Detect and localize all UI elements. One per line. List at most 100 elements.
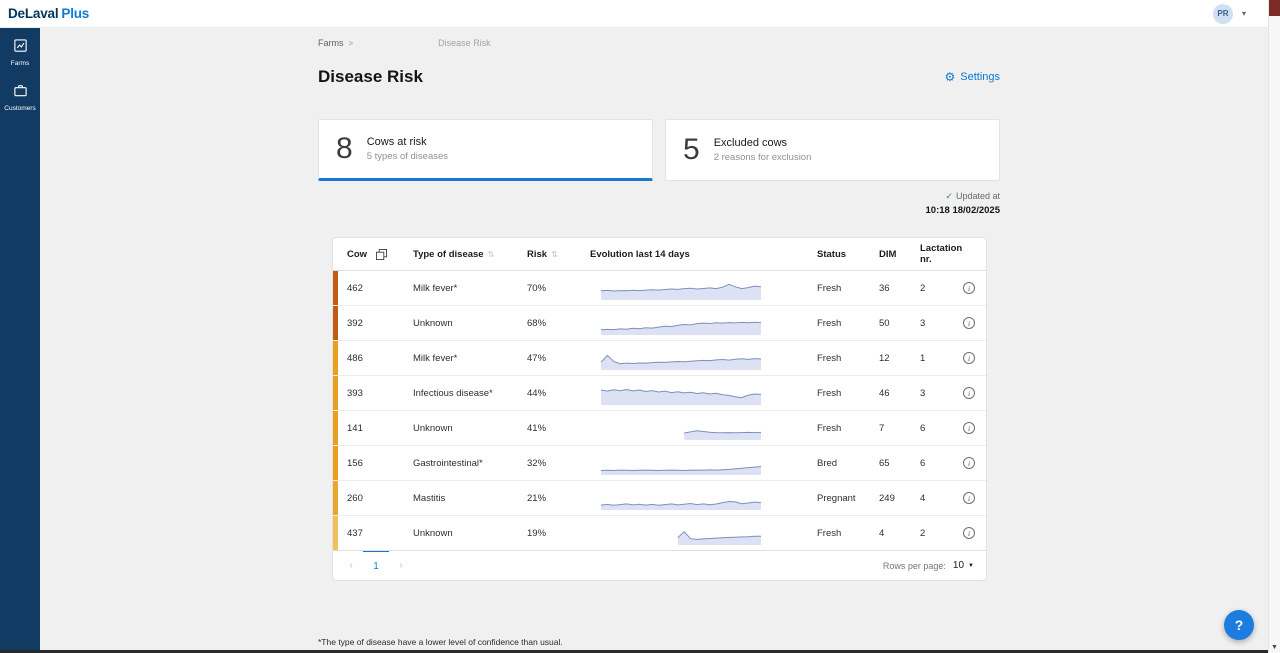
sparkline-chart <box>590 520 817 546</box>
sparkline-chart <box>590 275 817 301</box>
card-excluded-cows[interactable]: 5 Excluded cows 2 reasons for exclusion <box>665 119 1000 181</box>
info-icon[interactable]: i <box>963 422 975 434</box>
cow-cell: 462 <box>347 283 363 294</box>
cow-cell: 393 <box>347 388 363 399</box>
table-row[interactable]: 156 Gastrointestinal* 32% Bred 65 6 i <box>333 446 986 481</box>
sidebar: Farms Customers <box>0 28 40 653</box>
disease-cell: Unknown <box>413 318 527 329</box>
header-disease-label: Type of disease <box>413 249 484 260</box>
dim-cell: 50 <box>879 318 920 329</box>
header-evolution: Evolution last 14 days <box>590 249 817 260</box>
disease-cell: Unknown <box>413 528 527 539</box>
disease-cell: Milk fever* <box>413 283 527 294</box>
dropdown-arrow-icon: ▼ <box>968 563 974 569</box>
rows-per-page-select[interactable]: 10 ▼ <box>953 560 974 571</box>
help-button[interactable]: ? <box>1224 610 1254 640</box>
question-icon: ? <box>1235 617 1244 633</box>
sidebar-item-customers[interactable]: Customers <box>0 73 40 118</box>
user-menu[interactable]: PR ▾ <box>1213 4 1246 24</box>
pagination: ‹ 1 › Rows per page: 10 ▼ <box>333 551 986 580</box>
card-value: 5 <box>683 133 700 167</box>
info-icon[interactable]: i <box>963 282 975 294</box>
info-icon[interactable]: i <box>963 492 975 504</box>
sidebar-item-farms[interactable]: Farms <box>0 28 40 73</box>
status-cell: Bred <box>817 458 879 469</box>
sparkline-chart <box>590 345 817 371</box>
risk-cell: 41% <box>527 423 590 434</box>
cow-cell: 156 <box>347 458 363 469</box>
scrollbar-down-icon[interactable]: ▼ <box>1269 644 1280 651</box>
dim-cell: 7 <box>879 423 920 434</box>
table-row[interactable]: 141 Unknown 41% Fresh 7 6 i <box>333 411 986 446</box>
header-risk[interactable]: Risk ⇅ <box>527 249 590 260</box>
risk-level-bar <box>333 516 338 550</box>
header-cow: Cow <box>333 249 413 260</box>
prev-page-button[interactable]: ‹ <box>339 551 363 580</box>
risk-level-bar <box>333 481 338 515</box>
header-dim: DIM <box>879 249 920 260</box>
breadcrumb: Farms > Disease Risk <box>318 37 1000 49</box>
sort-icon[interactable]: ⇅ <box>488 250 495 259</box>
dim-cell: 36 <box>879 283 920 294</box>
farms-icon <box>13 38 28 58</box>
risk-cell: 68% <box>527 318 590 329</box>
main-content: Farms > Disease Risk Disease Risk ⚙ Sett… <box>40 28 1268 653</box>
dim-cell: 12 <box>879 353 920 364</box>
info-icon[interactable]: i <box>963 527 975 539</box>
page-title: Disease Risk <box>318 67 423 87</box>
disease-risk-table: Cow Type of disease ⇅ Risk ⇅ Evolution l… <box>332 237 987 581</box>
lactation-cell: 2 <box>920 283 963 294</box>
table-row[interactable]: 486 Milk fever* 47% Fresh 12 1 i <box>333 341 986 376</box>
page-number[interactable]: 1 <box>363 550 389 580</box>
sort-icon[interactable]: ⇅ <box>551 250 558 259</box>
lactation-cell: 1 <box>920 353 963 364</box>
logo-delaval: DeLaval <box>8 6 58 21</box>
lactation-cell: 3 <box>920 388 963 399</box>
dim-cell: 46 <box>879 388 920 399</box>
disease-cell: Unknown <box>413 423 527 434</box>
header-disease[interactable]: Type of disease ⇅ <box>413 249 527 260</box>
avatar[interactable]: PR <box>1213 4 1233 24</box>
status-cell: Pregnant <box>817 493 879 504</box>
table-row[interactable]: 260 Mastitis 21% Pregnant 249 4 i <box>333 481 986 516</box>
info-icon[interactable]: i <box>963 457 975 469</box>
table-header-row: Cow Type of disease ⇅ Risk ⇅ Evolution l… <box>333 238 986 271</box>
risk-cell: 44% <box>527 388 590 399</box>
rows-per-page-value: 10 <box>953 560 964 571</box>
risk-cell: 47% <box>527 353 590 364</box>
card-cows-at-risk[interactable]: 8 Cows at risk 5 types of diseases <box>318 119 653 181</box>
updated-status: ✓Updated at 10:18 18/02/2025 <box>318 191 1000 219</box>
cow-cell: 486 <box>347 353 363 364</box>
info-icon[interactable]: i <box>963 387 975 399</box>
updated-timestamp: 10:18 18/02/2025 <box>318 205 1000 216</box>
top-bar: DeLavalPlus PR ▾ <box>0 0 1268 28</box>
sparkline-chart <box>590 450 817 476</box>
settings-button[interactable]: ⚙ Settings <box>944 71 1000 83</box>
settings-label: Settings <box>960 71 1000 83</box>
copy-icon[interactable] <box>376 249 387 260</box>
rows-per-page-label: Rows per page: <box>883 561 946 571</box>
risk-level-bar <box>333 271 338 305</box>
risk-level-bar <box>333 341 338 375</box>
sparkline-chart <box>590 415 817 441</box>
risk-cell: 19% <box>527 528 590 539</box>
updated-label: Updated at <box>956 191 1000 201</box>
table-row[interactable]: 392 Unknown 68% Fresh 50 3 i <box>333 306 986 341</box>
table-row[interactable]: 437 Unknown 19% Fresh 4 2 i <box>333 516 986 551</box>
lactation-cell: 3 <box>920 318 963 329</box>
status-cell: Fresh <box>817 528 879 539</box>
breadcrumb-farms-link[interactable]: Farms <box>318 38 344 48</box>
status-cell: Fresh <box>817 283 879 294</box>
risk-level-bar <box>333 411 338 445</box>
chevron-down-icon[interactable]: ▾ <box>1242 9 1246 18</box>
scrollbar[interactable]: ▼ <box>1268 0 1280 653</box>
next-page-button[interactable]: › <box>389 551 413 580</box>
table-row[interactable]: 462 Milk fever* 70% Fresh 36 2 i <box>333 271 986 306</box>
sparkline-chart <box>590 485 817 511</box>
info-icon[interactable]: i <box>963 352 975 364</box>
table-row[interactable]: 393 Infectious disease* 44% Fresh 46 3 i <box>333 376 986 411</box>
scrollbar-thumb[interactable] <box>1269 0 1280 16</box>
status-cell: Fresh <box>817 353 879 364</box>
info-icon[interactable]: i <box>963 317 975 329</box>
card-label: Cows at risk <box>367 136 448 148</box>
